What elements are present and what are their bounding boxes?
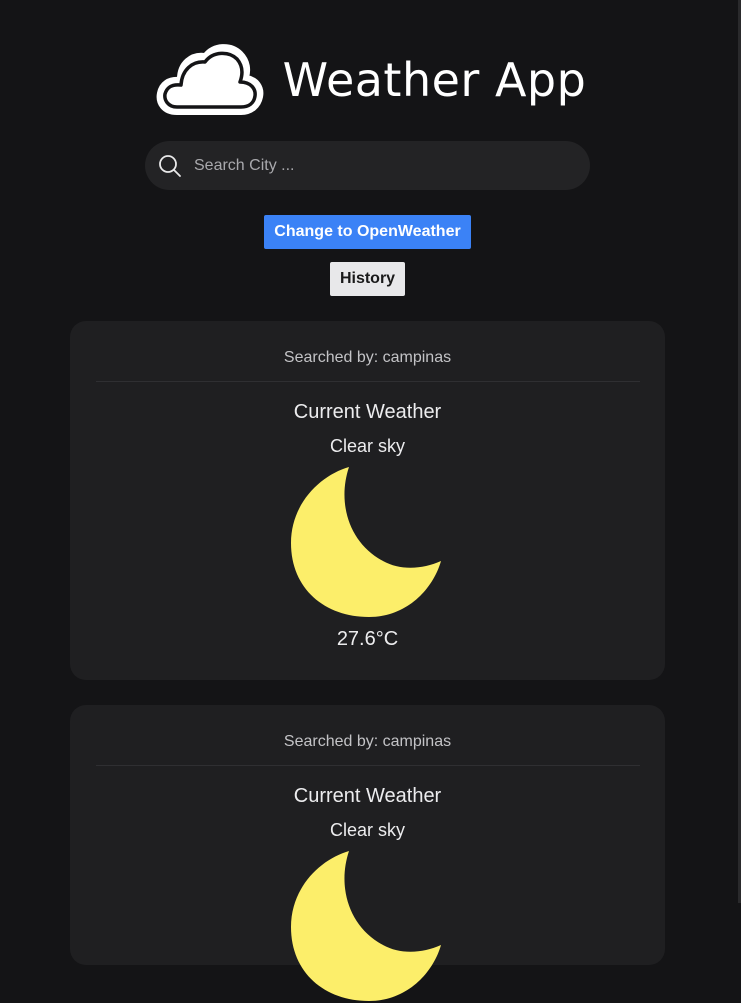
- cloud-icon: [156, 44, 264, 115]
- crescent-moon-icon: [291, 467, 441, 617]
- current-weather-heading: Current Weather: [293, 785, 442, 807]
- current-weather-heading: Current Weather: [293, 401, 442, 423]
- searched-by-label: Searched by: campinas: [283, 349, 452, 366]
- weather-card: Searched by: campinas Current Weather Cl…: [70, 705, 665, 1001]
- search-input[interactable]: [192, 155, 556, 176]
- app-header: Weather App: [0, 40, 741, 120]
- search-bar[interactable]: [145, 141, 590, 190]
- card-divider: [96, 765, 640, 766]
- app-title: Weather App: [282, 53, 587, 107]
- temperature-value: 27.6°C: [336, 628, 399, 650]
- crescent-moon-icon: [291, 851, 441, 1001]
- searched-by-label: Searched by: campinas: [283, 733, 452, 750]
- card-divider: [96, 381, 640, 382]
- change-provider-button[interactable]: Change to OpenWeather: [264, 215, 471, 249]
- weather-description: Clear sky: [329, 820, 405, 840]
- weather-description: Clear sky: [329, 436, 405, 456]
- history-button[interactable]: History: [330, 262, 405, 296]
- search-icon[interactable]: [158, 154, 182, 178]
- weather-card: Searched by: campinas Current Weather Cl…: [70, 321, 665, 680]
